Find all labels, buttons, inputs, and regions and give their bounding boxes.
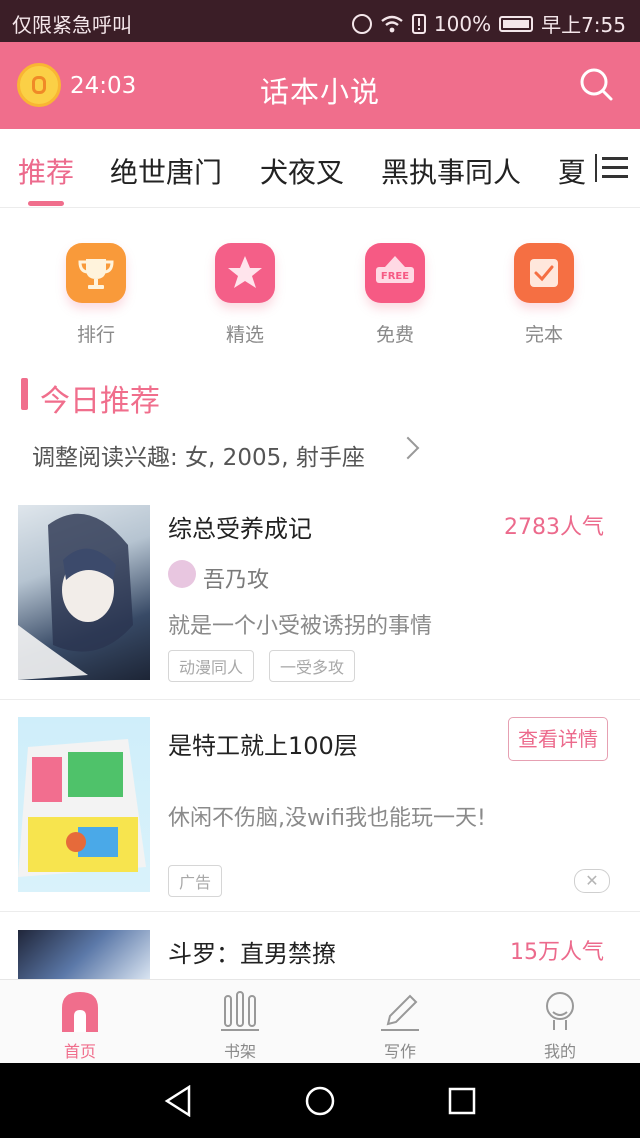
book-cover[interactable] [18,505,150,680]
featured-label: 精选 [225,324,264,346]
completed-button[interactable] [514,243,574,303]
chevron-right-icon [396,436,420,460]
interest-settings-link[interactable]: 调整阅读兴趣: 女, 2005, 射手座 [32,438,365,472]
clock: 早上7:55 [541,13,626,37]
section-title: 今日推荐 [40,384,160,419]
ad-cover[interactable] [18,717,150,892]
tab-juéshì-tangmen[interactable]: 绝世唐门 [110,151,222,191]
tab-menu-icon[interactable] [595,150,632,186]
tab-indicator [28,201,64,206]
book-author[interactable]: 吾乃攻 [203,562,269,594]
tab-inuyasha[interactable]: 犬夜叉 [260,151,344,191]
free-label: 免费 [375,324,414,346]
cover-illustration [18,513,133,680]
alarm-icon [351,13,372,34]
nav-write-label: 写作 [383,1042,416,1061]
home-icon [62,992,98,1032]
tab-xia[interactable]: 夏 [558,151,586,191]
app-title: 话本小说 [259,75,380,109]
system-nav-bar [0,1063,640,1138]
category-tabs: 推荐 绝世唐门 犬夜叉 黑执事同人 夏 [0,129,640,208]
featured-button[interactable] [215,243,275,303]
divider [0,911,640,912]
book-description: 就是一个小受被诱拐的事情 [168,614,433,639]
book-title[interactable]: 综总受养成记 [168,509,312,544]
tab-recommend[interactable]: 推荐 [18,151,74,191]
free-button[interactable]: FREE [365,243,425,303]
bottom-nav: 首页 书架 写作 我的 [0,979,640,1064]
ad-game-image [18,739,146,877]
home-circle-icon[interactable] [304,1085,336,1117]
profile-icon [546,992,574,1030]
completed-label: 完本 [524,324,563,346]
nav-profile-label: 我的 [543,1042,576,1061]
nav-bookshelf-label: 书架 [223,1042,256,1061]
check-icon [530,259,558,287]
battery-icon [499,15,534,32]
ad-tag: 广告 [168,865,223,897]
nav-write[interactable]: 写作 [360,980,440,1064]
book-cover[interactable] [18,930,150,979]
status-icons: 100% 早上7:55 [351,9,626,38]
book-tag[interactable]: 一受多攻 [269,650,356,682]
section-marker [21,378,28,410]
back-icon[interactable] [163,1085,193,1117]
book-title[interactable]: 斗罗：直男禁撩 [168,934,336,969]
ranking-label: 排行 [76,324,115,346]
wifi-icon [381,15,403,32]
ad-title[interactable]: 是特工就上100层 [168,726,358,761]
bookshelf-icon [221,991,259,1031]
close-ad-icon[interactable]: ✕ [574,869,610,893]
carrier-text: 仅限紧急呼叫 [12,13,132,37]
view-details-button[interactable]: 查看详情 [508,717,608,761]
free-icon: FREE [376,256,414,283]
recents-icon[interactable] [448,1087,476,1115]
author-avatar[interactable] [168,560,196,588]
svg-text:FREE: FREE [381,271,409,282]
battery-percent: 100% [433,11,492,36]
divider [0,699,640,700]
search-icon[interactable] [578,66,614,102]
app-header: 24:03 话本小说 [0,42,640,129]
ranking-button[interactable] [66,243,126,303]
pen-icon [381,994,419,1031]
nav-home-label: 首页 [63,1042,96,1061]
book-tag[interactable]: 动漫同人 [168,650,255,682]
tab-black-butler[interactable]: 黑执事同人 [381,151,521,191]
nav-profile[interactable]: 我的 [520,980,600,1064]
sim-alert-icon [411,13,426,34]
star-icon [228,256,262,288]
status-bar: 仅限紧急呼叫 100% 早上7:55 [0,0,640,42]
book-popularity: 15万人气 [510,940,604,965]
ad-description: 休闲不伤脑,没wifi我也能玩一天! [168,806,486,831]
book-popularity: 2783人气 [504,515,604,540]
nav-bookshelf[interactable]: 书架 [200,980,280,1064]
trophy-icon [78,259,114,289]
nav-home[interactable]: 首页 [40,980,120,1064]
